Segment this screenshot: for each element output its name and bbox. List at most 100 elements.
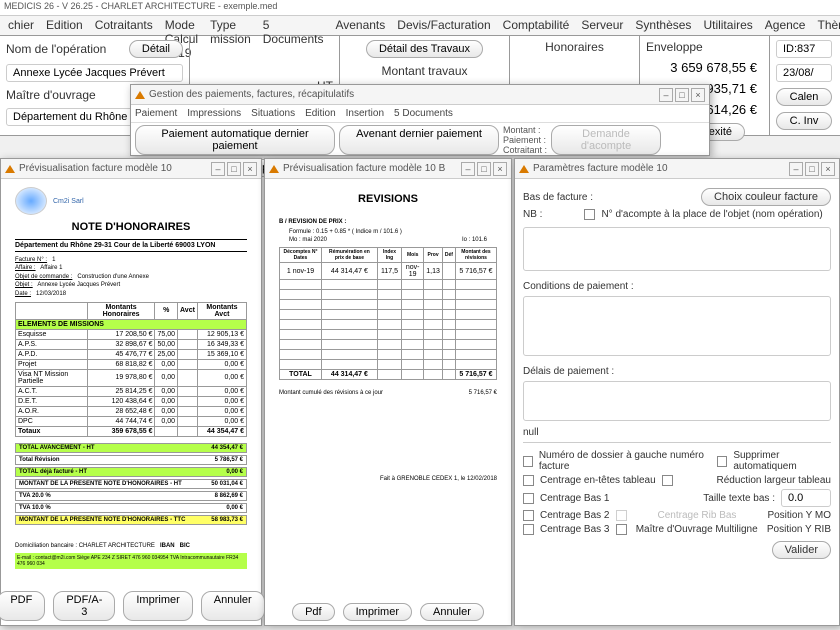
id-field[interactable] bbox=[776, 40, 832, 58]
color-button[interactable]: Choix couleur facture bbox=[701, 188, 831, 206]
bic-label: BIC bbox=[180, 543, 190, 549]
footer-email: E-mail : contact@m2i.com Siège APE 234 Z… bbox=[15, 553, 247, 569]
payment-menu: Paiement Impressions Situations Edition Inse… bbox=[131, 105, 709, 123]
logo-text: Cm2i Sarl bbox=[53, 198, 84, 205]
payment-window: Gestion des paiements, factures, récapit… bbox=[130, 84, 710, 156]
submenu-item[interactable]: Edition bbox=[305, 108, 336, 119]
preview-a-title: Prévisualisation facture modèle 10 bbox=[19, 163, 172, 174]
opt-label: Supprimer automatiquem bbox=[733, 450, 831, 472]
max-icon[interactable]: □ bbox=[227, 162, 241, 176]
opt-checkbox[interactable] bbox=[616, 510, 627, 521]
opt-checkbox[interactable] bbox=[717, 456, 727, 467]
opt-checkbox[interactable] bbox=[523, 456, 533, 467]
min-icon[interactable]: – bbox=[461, 162, 475, 176]
close-icon[interactable]: × bbox=[821, 162, 835, 176]
montant-label: Montant : bbox=[503, 125, 547, 135]
opt-label: Maître d'Ouvrage Multiligne bbox=[636, 524, 758, 535]
opt-checkbox[interactable] bbox=[523, 510, 534, 521]
detail-travaux-button[interactable]: Détail des Travaux bbox=[366, 40, 483, 58]
min-icon[interactable]: – bbox=[211, 162, 225, 176]
revisions-heading: REVISIONS bbox=[279, 193, 497, 205]
app-icon bbox=[5, 165, 15, 173]
acompte-button[interactable]: Demande d'acompte bbox=[551, 125, 661, 155]
menu-item[interactable]: 5 Documents bbox=[257, 16, 330, 35]
app-titlebar: MEDICIS 26 - V 26.25 - CHARLET ARCHITECT… bbox=[0, 0, 840, 16]
preview-a-window: Prévisualisation facture modèle 10 –□× Cm… bbox=[0, 158, 262, 626]
pdf-button[interactable]: PDF bbox=[0, 591, 45, 621]
calen-button[interactable]: Calen bbox=[776, 88, 832, 106]
operation-input[interactable] bbox=[6, 64, 183, 82]
opt-label: Position Y MO bbox=[767, 510, 831, 521]
detail-button[interactable]: Détail bbox=[129, 40, 183, 58]
submenu-item[interactable]: Insertion bbox=[346, 108, 384, 119]
imprimer-button[interactable]: Imprimer bbox=[123, 591, 192, 621]
menu-item[interactable]: Agence bbox=[759, 16, 812, 35]
operation-label: Nom de l'opération bbox=[6, 42, 106, 56]
app-icon bbox=[135, 91, 145, 99]
menu-item[interactable]: Mode Calcul 2019 bbox=[159, 16, 204, 35]
pdf-button[interactable]: Pdf bbox=[292, 603, 335, 621]
app-icon bbox=[519, 165, 529, 173]
min-icon[interactable]: – bbox=[789, 162, 803, 176]
menu-item[interactable]: Synthèses bbox=[629, 16, 697, 35]
opt-checkbox[interactable] bbox=[523, 475, 534, 486]
imprimer-button[interactable]: Imprimer bbox=[343, 603, 412, 621]
app-icon bbox=[269, 165, 279, 173]
cinv-button[interactable]: C. Inv bbox=[776, 112, 832, 130]
opt-label: Centrage Bas 1 bbox=[540, 493, 610, 504]
opt-checkbox[interactable] bbox=[616, 524, 627, 535]
annuler-button[interactable]: Annuler bbox=[420, 603, 484, 621]
annuler-button[interactable]: Annuler bbox=[201, 591, 265, 621]
taille-input[interactable] bbox=[781, 489, 831, 507]
max-icon[interactable]: □ bbox=[477, 162, 491, 176]
opt-checkbox[interactable] bbox=[523, 524, 534, 535]
pdf/a-3-button[interactable]: PDF/A-3 bbox=[53, 591, 115, 621]
conditions-input[interactable] bbox=[523, 296, 831, 356]
menu-item[interactable]: Comptabilité bbox=[497, 16, 576, 35]
menu-item[interactable]: Type mission bbox=[204, 16, 257, 35]
menu-item[interactable]: Utilitaires bbox=[697, 16, 758, 35]
montant-travaux-label: Montant travaux bbox=[381, 64, 467, 78]
menu-item[interactable]: Thème bbox=[811, 16, 840, 35]
menu-item[interactable]: Devis/Facturation bbox=[391, 16, 496, 35]
cotraitant-label: Cotraitant : bbox=[503, 145, 547, 155]
opt-checkbox[interactable] bbox=[523, 493, 534, 504]
avenant-button[interactable]: Avenant dernier paiement bbox=[339, 125, 499, 155]
bas-facture-label: Bas de facture : bbox=[523, 192, 593, 203]
opt-label: Taille texte bas : bbox=[703, 493, 775, 504]
auto-pay-last-button[interactable]: Paiement automatique dernier paiement bbox=[135, 125, 335, 155]
menu-item[interactable]: Avenants bbox=[329, 16, 391, 35]
conditions-label: Conditions de paiement : bbox=[523, 281, 831, 292]
menu-item[interactable]: Serveur bbox=[575, 16, 629, 35]
submenu-item[interactable]: Impressions bbox=[187, 108, 241, 119]
opt-label: Centrage Rib Bas bbox=[658, 510, 737, 521]
valider-button[interactable]: Valider bbox=[772, 541, 831, 559]
place-date: Fait à GRENOBLE CEDEX 1, le 12/02/2018 bbox=[279, 476, 497, 482]
max-icon[interactable]: □ bbox=[675, 88, 689, 102]
close-icon[interactable]: × bbox=[493, 162, 507, 176]
bas-facture-input[interactable] bbox=[523, 227, 831, 271]
close-icon[interactable]: × bbox=[691, 88, 705, 102]
submenu-item[interactable]: 5 Documents bbox=[394, 108, 453, 119]
opt-label: Centrage Bas 2 bbox=[540, 510, 610, 521]
paiement-label: Paiement : bbox=[503, 135, 547, 145]
close-icon[interactable]: × bbox=[243, 162, 257, 176]
cumul-value: 5 716,57 € bbox=[469, 390, 497, 396]
max-icon[interactable]: □ bbox=[805, 162, 819, 176]
submenu-item[interactable]: Paiement bbox=[135, 108, 177, 119]
submenu-item[interactable]: Situations bbox=[251, 108, 295, 119]
enveloppe-label: Enveloppe bbox=[646, 40, 763, 54]
nb-label: NB : bbox=[523, 209, 542, 220]
menu-item[interactable]: chier bbox=[2, 16, 40, 35]
doc-heading: NOTE D'HONORAIRES bbox=[15, 221, 247, 233]
min-icon[interactable]: – bbox=[659, 88, 673, 102]
opt-label: Centrage en-têtes tableau bbox=[540, 475, 656, 486]
opt-label: Réduction largeur tableau bbox=[716, 475, 831, 486]
menu-item[interactable]: Cotraitants bbox=[89, 16, 159, 35]
delais-input[interactable] bbox=[523, 381, 831, 421]
date-field[interactable] bbox=[776, 64, 832, 82]
preview-b-title: Prévisualisation facture modèle 10 B bbox=[283, 163, 445, 174]
menu-item[interactable]: Edition bbox=[40, 16, 89, 35]
acompte-checkbox[interactable] bbox=[584, 209, 595, 220]
opt-checkbox[interactable] bbox=[662, 475, 673, 486]
